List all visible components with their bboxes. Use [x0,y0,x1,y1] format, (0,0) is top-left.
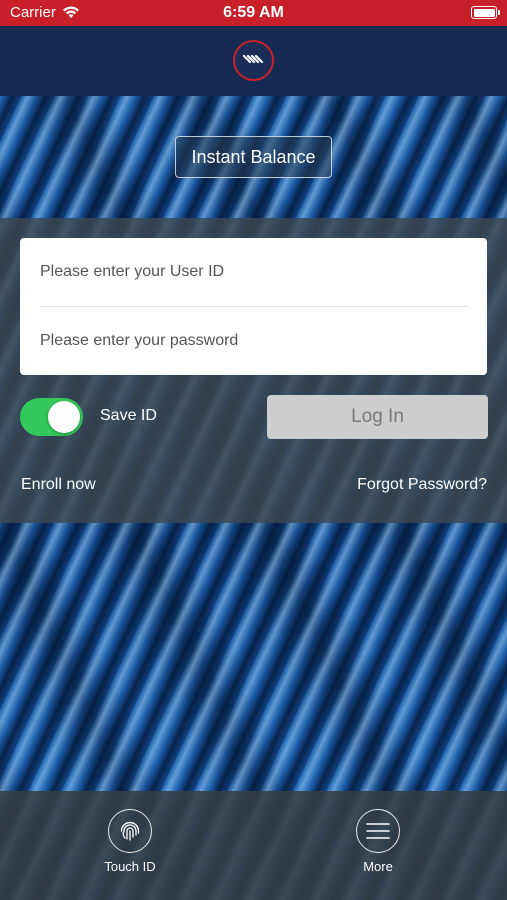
input-divider [40,306,468,307]
battery-icon [471,6,500,19]
tab-touch-id-label: Touch ID [104,859,156,874]
clock: 6:59 AM [223,4,284,21]
hamburger-menu-icon [356,809,400,853]
login-button-label: Log In [351,406,404,427]
hero-section: Instant Balance [0,96,507,218]
tab-more[interactable]: More [328,809,428,874]
login-panel: Save ID Log In Enroll now Forgot Passwor… [0,218,507,523]
instant-balance-button[interactable]: Instant Balance [175,136,332,178]
credentials-card [20,238,487,375]
save-id-toggle[interactable] [20,398,83,436]
tab-touch-id[interactable]: Touch ID [80,809,180,874]
bank-logo-icon [233,40,274,81]
save-id-label: Save ID [100,407,157,424]
forgot-password-link[interactable]: Forgot Password? [357,476,487,494]
bottom-tab-bar: Touch ID More [0,791,507,900]
login-button[interactable]: Log In [267,395,488,439]
status-bar: Carrier 6:59 AM [0,0,507,26]
navigation-bar [0,26,507,96]
password-input[interactable] [40,316,468,366]
fingerprint-icon [108,809,152,853]
instant-balance-label: Instant Balance [191,146,316,167]
toggle-knob [48,401,80,433]
user-id-input[interactable] [40,247,468,297]
enroll-now-link[interactable]: Enroll now [21,476,96,494]
tab-more-label: More [363,859,393,874]
